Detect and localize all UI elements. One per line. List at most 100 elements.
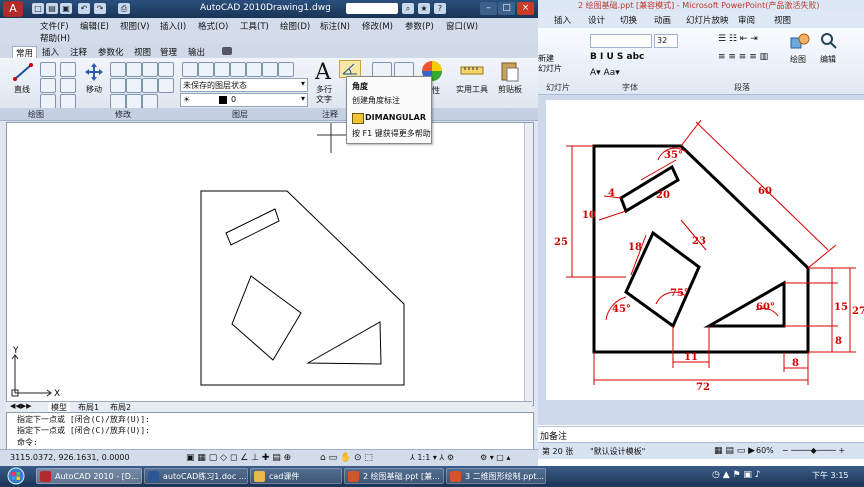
task-autocad[interactable]: AutoCAD 2010 - [D... — [36, 468, 142, 484]
tab-output[interactable]: 输出 — [188, 46, 205, 58]
align-buttons[interactable]: ≡ ≡ ≡ ≡ ▥ — [718, 52, 768, 62]
command-window[interactable]: 指定下一点或 [闭合(C)/放弃(U)]: 指定下一点或 [闭合(C)/放弃(U… — [6, 412, 534, 450]
menu-help[interactable]: 帮助(H) — [40, 32, 70, 44]
menu-insert[interactable]: 插入(I) — [160, 20, 186, 32]
text-icon[interactable]: A — [315, 60, 331, 85]
menu-format[interactable]: 格式(O) — [198, 20, 228, 32]
redo-icon[interactable]: ↷ — [94, 3, 106, 14]
offset-icon[interactable] — [142, 94, 158, 109]
layer-icon-6[interactable] — [262, 62, 278, 77]
list-buttons[interactable]: ☰ ☷ ⇤ ⇥ — [718, 34, 758, 44]
layer-icon-7[interactable] — [278, 62, 294, 77]
tab-view[interactable]: 视图 — [134, 46, 151, 58]
tab-annotate[interactable]: 注释 — [70, 46, 87, 58]
layer-state-select[interactable]: 未保存的图层状态 ▾ — [180, 78, 308, 92]
layer-icon-2[interactable] — [198, 62, 214, 77]
ppt-tab-view[interactable]: 视图 — [774, 14, 791, 26]
minimize-button[interactable]: – — [480, 2, 497, 15]
ppt-tab-transitions[interactable]: 切换 — [620, 14, 637, 26]
layer-icon-3[interactable] — [214, 62, 230, 77]
slide-canvas[interactable]: 35° 4 20 60 10 25 18 23 45° 75° 60° 15 2… — [546, 100, 864, 400]
rotate-icon[interactable] — [110, 62, 126, 77]
search-icon[interactable]: ⌕ — [402, 3, 414, 14]
zoom-slider[interactable]: − ────◆──── + — [782, 446, 845, 455]
fillet-icon[interactable] — [126, 78, 142, 93]
drawing-svg[interactable]: Y X — [7, 123, 533, 405]
menu-view[interactable]: 视图(V) — [120, 20, 149, 32]
new-slide-label[interactable]: 新建 幻灯片 — [538, 54, 562, 74]
workspace-icons[interactable]: ⚙ ▾ □ ▴ — [480, 453, 510, 462]
help-icon[interactable]: ? — [434, 3, 446, 14]
layer-props-icon[interactable] — [182, 62, 198, 77]
ribbon-toggle-icon[interactable] — [222, 47, 232, 55]
arc-icon[interactable] — [40, 94, 56, 109]
circle-icon[interactable] — [40, 78, 56, 93]
move-icon[interactable] — [84, 62, 104, 82]
task-ppt-3[interactable]: 3 二维图形绘制.ppt... — [446, 468, 546, 484]
font-size-select[interactable]: 32 — [654, 34, 678, 48]
layer-icon-5[interactable] — [246, 62, 262, 77]
trim-icon[interactable] — [126, 62, 142, 77]
task-ppt-2[interactable]: 2 绘图基础.ppt [兼... — [344, 468, 444, 484]
panel-annotate[interactable]: 注释 — [322, 109, 338, 120]
task-word-doc[interactable]: autoCAD练习1.doc ... — [144, 468, 248, 484]
polyline-icon[interactable] — [40, 62, 56, 77]
snap-toggle-icons[interactable]: ▣ ▦ ▢ ◇ ◻ ∠ ⊥ ✚ ▤ ⊕ — [186, 453, 291, 463]
ppt-tab-animations[interactable]: 动画 — [654, 14, 671, 26]
panel-layers[interactable]: 图层 — [232, 109, 248, 120]
ppt-tab-slideshow[interactable]: 幻灯片放映 — [686, 14, 729, 26]
paste-icon[interactable] — [500, 60, 520, 82]
autocad-app-button[interactable]: A — [3, 1, 23, 17]
menu-dimension[interactable]: 标注(N) — [320, 20, 350, 32]
open-icon[interactable]: ▤ — [46, 3, 58, 14]
new-icon[interactable]: □ — [32, 3, 44, 14]
clock[interactable]: 下午 3:15 — [812, 470, 849, 481]
hatch-icon[interactable] — [60, 78, 76, 93]
format-buttons[interactable]: B I U S abc — [590, 52, 644, 62]
annotation-scale[interactable]: ⅄ 1:1 ▾ ⅄ ⚙ — [410, 453, 454, 462]
measure-icon[interactable] — [460, 62, 484, 78]
save-icon[interactable]: ▣ — [60, 3, 72, 14]
maximize-button[interactable]: □ — [498, 2, 515, 15]
menu-draw[interactable]: 绘图(D) — [280, 20, 310, 32]
menu-window[interactable]: 窗口(W) — [446, 20, 478, 32]
layer-icon-4[interactable] — [230, 62, 246, 77]
notes-pane[interactable]: 加备注 — [538, 426, 864, 443]
menu-tools[interactable]: 工具(T) — [240, 20, 269, 32]
menu-file[interactable]: 文件(F) — [40, 20, 69, 32]
shapes-icon[interactable] — [790, 32, 810, 52]
search-box[interactable] — [346, 3, 398, 14]
stretch-icon[interactable] — [158, 78, 174, 93]
line-icon[interactable] — [12, 62, 34, 82]
drawing-canvas[interactable]: Y X — [6, 122, 534, 406]
subscription-icon[interactable]: ★ — [418, 3, 430, 14]
font-color-icon[interactable]: A▾ Aa▾ — [590, 68, 620, 78]
ppt-tab-design[interactable]: 设计 — [588, 14, 605, 26]
view-buttons[interactable]: ▦ ▤ ▭ ▶ — [714, 446, 755, 456]
menu-params[interactable]: 参数(P) — [405, 20, 434, 32]
view-tools-icons[interactable]: ⌂ ▭ ✋ ⊙ ⬚ — [320, 453, 373, 463]
mirror-icon[interactable] — [110, 78, 126, 93]
array-icon[interactable] — [126, 94, 142, 109]
panel-modify[interactable]: 修改 — [115, 109, 131, 120]
rect-icon[interactable] — [60, 62, 76, 77]
explode-icon[interactable] — [142, 78, 158, 93]
command-prompt[interactable]: 命令: — [17, 437, 38, 448]
tab-manage[interactable]: 管理 — [160, 46, 177, 58]
tray-icons[interactable]: ◷ ▲ ⚑ ▣ ♪ — [712, 470, 761, 480]
tab-parametric[interactable]: 参数化 — [98, 46, 124, 58]
vertical-scrollbar[interactable] — [524, 123, 533, 405]
tab-nav-icon[interactable]: ◀◀▶▶ — [10, 402, 32, 410]
tab-insert[interactable]: 插入 — [42, 46, 59, 58]
ppt-tab-insert[interactable]: 插入 — [554, 14, 571, 26]
copy-icon[interactable] — [158, 62, 174, 77]
erase-icon[interactable] — [142, 62, 158, 77]
undo-icon[interactable]: ↶ — [78, 3, 90, 14]
ppt-title-bar[interactable]: 2 绘图基础.ppt [兼容模式] - Microsoft PowerPoint… — [538, 0, 864, 12]
scale-icon[interactable] — [110, 94, 126, 109]
start-button-icon[interactable] — [4, 467, 32, 487]
plot-icon[interactable]: ⎙ — [118, 3, 130, 14]
menu-modify[interactable]: 修改(M) — [362, 20, 393, 32]
menu-edit[interactable]: 编辑(E) — [80, 20, 109, 32]
ppt-tab-review[interactable]: 审阅 — [738, 14, 755, 26]
